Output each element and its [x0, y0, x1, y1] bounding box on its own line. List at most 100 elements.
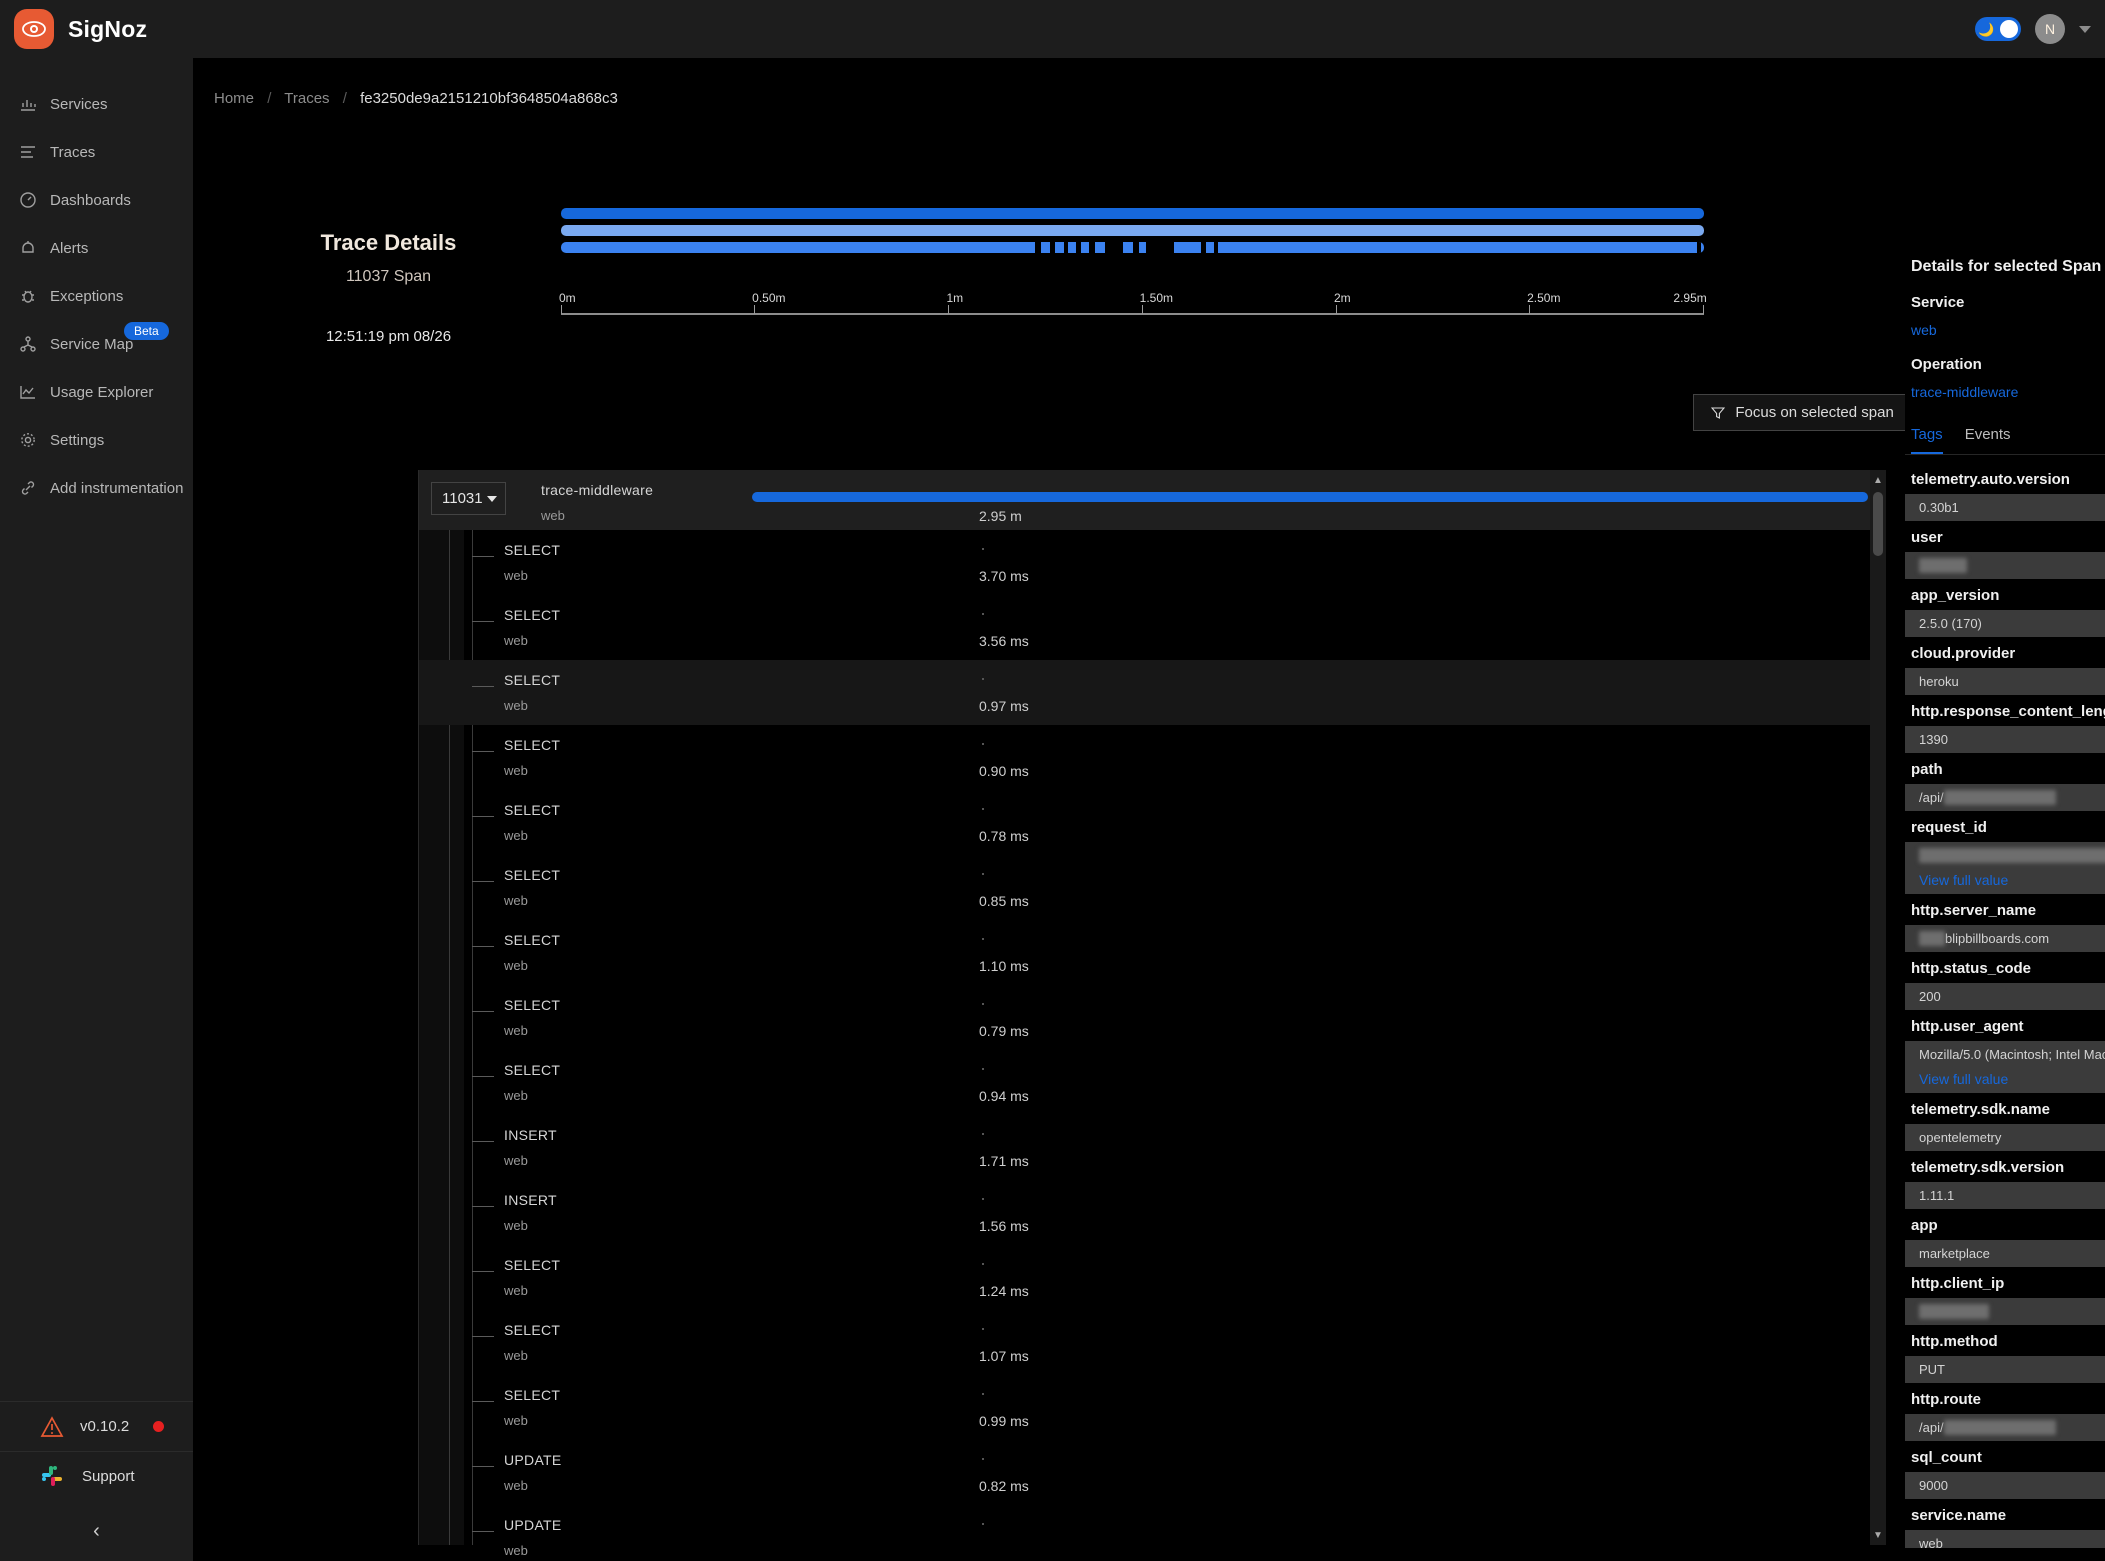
details-heading: Details for selected Span [1911, 258, 2102, 275]
span-tree: 11031 trace-middleware web 2.95 m SELECT… [418, 470, 1886, 1558]
span-duration: 1.10 ms [979, 958, 1029, 974]
span-name: INSERT [504, 1192, 557, 1208]
tag-value: heroku [1905, 668, 2105, 695]
tag-value: 200 [1905, 983, 2105, 1010]
span-row[interactable]: SELECT web 0.99 ms [419, 1375, 1886, 1440]
sidebar-item-label: Settings [50, 431, 105, 449]
brand-logo[interactable]: SigNoz [0, 9, 193, 49]
axis-line [561, 313, 1704, 315]
tag-value-text: PUT [1919, 1362, 1945, 1377]
version-row[interactable]: v0.10.2 [0, 1401, 193, 1451]
span-service: web [504, 958, 528, 973]
redacted-value [1943, 1420, 2056, 1435]
breadcrumb-traces[interactable]: Traces [284, 90, 329, 107]
avatar[interactable]: N [2035, 14, 2065, 44]
tree-connector [472, 816, 494, 817]
span-service: web [504, 828, 528, 843]
span-row[interactable]: SELECT web 3.70 ms [419, 530, 1886, 595]
sidebar-item-services[interactable]: Services [0, 80, 193, 128]
tag-key: http.method [1911, 1333, 1998, 1350]
tag-value-text: marketplace [1919, 1246, 1990, 1261]
span-row[interactable]: SELECT web 0.78 ms [419, 790, 1886, 855]
span-name: SELECT [504, 932, 561, 948]
tag-value: opentelemetry [1905, 1124, 2105, 1151]
sidebar-footer: v0.10.2 Support ‹ [0, 1401, 193, 1561]
sidebar-item-usage-explorer[interactable]: Usage Explorer [0, 368, 193, 416]
sidebar-item-alerts[interactable]: Alerts [0, 224, 193, 272]
funnel-icon [1711, 406, 1726, 420]
span-row[interactable]: SELECT web 1.10 ms [419, 920, 1886, 985]
span-row[interactable]: INSERT web 1.56 ms [419, 1180, 1886, 1245]
span-duration: 0.79 ms [979, 1023, 1029, 1039]
tag-key: cloud.provider [1911, 645, 2016, 662]
tab-events[interactable]: Events [1965, 426, 2011, 454]
span-row[interactable]: SELECT web 0.94 ms [419, 1050, 1886, 1115]
scroll-up-icon[interactable]: ▲ [1870, 472, 1886, 488]
sidebar-item-settings[interactable]: Settings [0, 416, 193, 464]
service-value[interactable]: web [1905, 311, 2105, 338]
theme-toggle[interactable]: 🌙 [1975, 17, 2021, 41]
tag-value: View full value [1905, 842, 2105, 894]
span-row[interactable]: SELECT web 0.85 ms [419, 855, 1886, 920]
operation-value[interactable]: trace-middleware [1905, 373, 2105, 400]
tag-value [1905, 552, 2105, 579]
trace-overview: Trace Details 11037 Span 12:51:19 pm 08/… [216, 208, 1707, 388]
tree-connector [472, 621, 494, 622]
tab-tags[interactable]: Tags [1911, 426, 1943, 454]
view-full-value-link[interactable]: View full value [1919, 872, 2105, 888]
span-id-select[interactable]: 11031 [431, 482, 506, 515]
sidebar-collapse-button[interactable]: ‹ [0, 1501, 193, 1561]
span-row-root[interactable]: 11031 trace-middleware web 2.95 m [419, 470, 1886, 530]
tree-connector [472, 686, 494, 687]
axis-tick [1141, 305, 1143, 314]
span-service: web [504, 763, 528, 778]
breadcrumb-separator: / [342, 90, 347, 107]
sidebar-item-add-instrumentation[interactable]: Add instrumentation [0, 464, 193, 512]
span-name: SELECT [504, 607, 561, 623]
scroll-down-icon[interactable]: ▼ [1870, 1527, 1886, 1543]
focus-on-selected-span-button[interactable]: Focus on selected span [1693, 394, 1912, 431]
span-row[interactable]: SELECT web 1.24 ms [419, 1245, 1886, 1310]
tree-connector [472, 1401, 494, 1402]
trace-minimap[interactable]: 0m 0.50m 1m 1.50m 2m 2.50m 2.95m [559, 208, 1707, 319]
tag-value: 1390 [1905, 726, 2105, 753]
tag-value-text: /api/ [1919, 790, 1944, 805]
span-row[interactable]: UPDATE web 0.82 ms [419, 1440, 1886, 1505]
tree-scrollbar[interactable]: ▲ ▼ [1870, 470, 1886, 1545]
alert-bell-icon [18, 239, 37, 258]
sidebar-item-service-map[interactable]: Service Map Beta [0, 320, 193, 368]
span-duration: 0.78 ms [979, 828, 1029, 844]
sidebar-item-traces[interactable]: Traces [0, 128, 193, 176]
chevron-left-icon: ‹ [93, 1519, 100, 1542]
span-row[interactable]: INSERT web 1.71 ms [419, 1115, 1886, 1180]
top-bar: SigNoz 🌙 N [0, 0, 2105, 58]
span-row[interactable]: UPDATE web [419, 1505, 1886, 1561]
redacted-value [1919, 931, 1945, 946]
line-chart-icon [18, 383, 37, 402]
tag-value: marketplace [1905, 1240, 2105, 1267]
span-row[interactable]: SELECT web 0.97 ms [419, 660, 1886, 725]
trace-start-time: 12:51:19 pm 08/26 [325, 328, 452, 345]
span-name: trace-middleware [541, 482, 654, 498]
span-marker [982, 1328, 984, 1330]
span-service: web [504, 1478, 528, 1493]
chevron-down-icon [487, 495, 497, 502]
tree-connector [472, 1531, 494, 1532]
sidebar-item-dashboards[interactable]: Dashboards [0, 176, 193, 224]
span-row[interactable]: SELECT web 3.56 ms [419, 595, 1886, 660]
chevron-down-icon[interactable] [2079, 25, 2091, 33]
tree-scrollbar-thumb[interactable] [1873, 492, 1883, 556]
tree-connector [472, 881, 494, 882]
view-full-value-link[interactable]: View full value [1919, 1071, 2105, 1087]
breadcrumb-home[interactable]: Home [214, 90, 254, 107]
span-row[interactable]: SELECT web 0.79 ms [419, 985, 1886, 1050]
span-row[interactable]: SELECT web 1.07 ms [419, 1310, 1886, 1375]
sidebar-item-exceptions[interactable]: Exceptions [0, 272, 193, 320]
axis-tick [1702, 305, 1704, 314]
span-row[interactable]: SELECT web 0.90 ms [419, 725, 1886, 790]
support-row[interactable]: Support [0, 1451, 193, 1501]
span-service: web [504, 633, 528, 648]
tag-value-text: Mozilla/5.0 (Macintosh; Intel Mac OS X 1… [1919, 1047, 2105, 1062]
moon-icon: 🌙 [1978, 21, 1995, 37]
tag-key: http.response_content_length [1911, 703, 2105, 720]
